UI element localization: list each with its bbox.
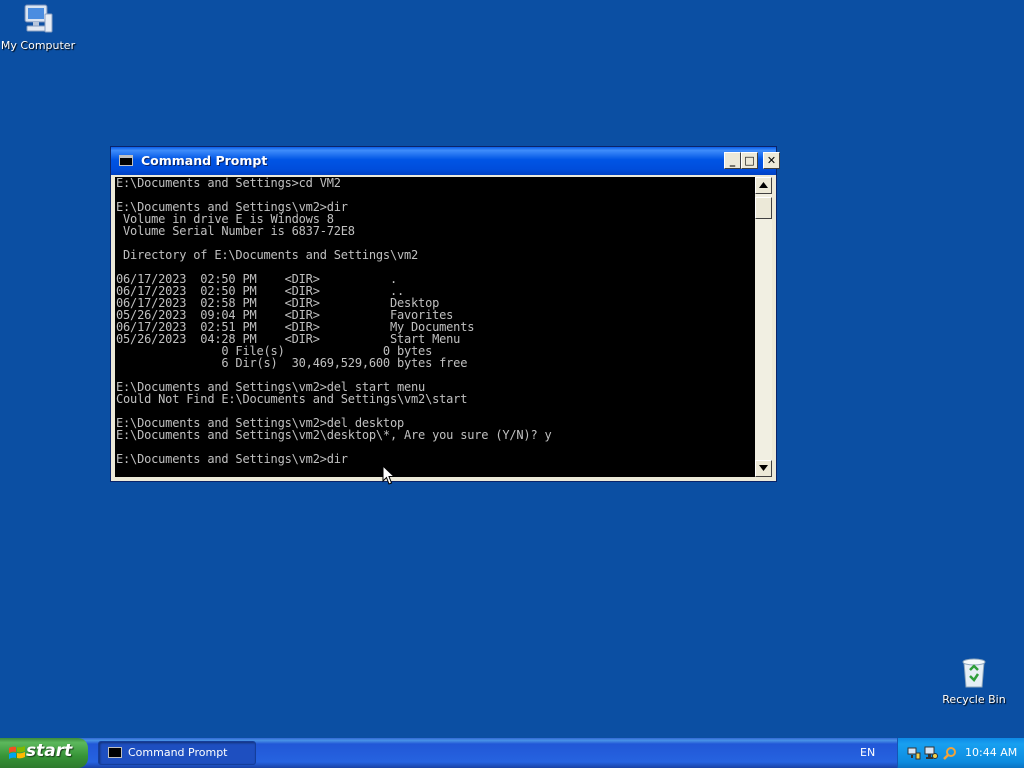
system-clock[interactable]: 10:44 AM bbox=[965, 746, 1017, 759]
taskbar: start Command Prompt EN 10:44 AM bbox=[0, 738, 1024, 768]
arrow-up-icon bbox=[759, 182, 768, 188]
taskbar-button-label: Command Prompt bbox=[128, 746, 228, 759]
network-connection-icon[interactable] bbox=[924, 746, 938, 760]
console-text: E:\Documents and Settings>cd VM2 E:\Docu… bbox=[115, 177, 755, 465]
taskbar-button-command-prompt[interactable]: Command Prompt bbox=[98, 741, 256, 765]
minimize-button[interactable]: _ bbox=[724, 152, 741, 169]
desktop-icon-my-computer[interactable]: My Computer bbox=[0, 2, 76, 52]
start-label: start bbox=[26, 741, 73, 761]
console-output[interactable]: E:\Documents and Settings>cd VM2 E:\Docu… bbox=[115, 177, 755, 477]
window-titlebar[interactable]: Command Prompt _ □ ✕ bbox=[111, 147, 780, 175]
command-prompt-icon bbox=[119, 155, 133, 166]
command-prompt-window[interactable]: Command Prompt _ □ ✕ E:\Documents and Se… bbox=[110, 146, 780, 482]
vertical-scrollbar[interactable] bbox=[755, 177, 772, 477]
network-icon[interactable] bbox=[907, 746, 921, 760]
console-line: E:\Documents and Settings>cd VM2 bbox=[116, 177, 341, 190]
close-button[interactable]: ✕ bbox=[763, 152, 780, 169]
windows-logo-icon bbox=[9, 746, 25, 759]
arrow-down-icon bbox=[759, 465, 768, 471]
mouse-cursor-icon bbox=[382, 465, 395, 485]
my-computer-icon bbox=[24, 4, 53, 33]
console-line: 6 Dir(s) 30,469,529,600 bytes free bbox=[116, 356, 468, 370]
system-tray: 10:44 AM bbox=[897, 738, 1024, 768]
recycle-bin-icon bbox=[962, 658, 986, 688]
language-indicator[interactable]: EN bbox=[860, 746, 875, 759]
scroll-up-button[interactable] bbox=[755, 177, 772, 194]
desktop-icon-label: My Computer bbox=[0, 39, 76, 52]
scroll-down-button[interactable] bbox=[755, 460, 772, 477]
console-line: Volume Serial Number is 6837-72E8 bbox=[116, 224, 355, 238]
maximize-button[interactable]: □ bbox=[741, 152, 758, 169]
command-prompt-icon bbox=[108, 747, 122, 758]
search-icon[interactable] bbox=[943, 746, 957, 760]
console-line: E:\Documents and Settings\vm2>dir bbox=[116, 452, 348, 466]
console-line: Could Not Find E:\Documents and Settings… bbox=[116, 392, 468, 406]
desktop-icon-recycle-bin[interactable]: Recycle Bin bbox=[936, 656, 1012, 706]
scroll-thumb[interactable] bbox=[755, 197, 772, 219]
desktop-icon-label: Recycle Bin bbox=[942, 693, 1006, 706]
start-button[interactable]: start bbox=[0, 738, 88, 768]
console-line: E:\Documents and Settings\vm2\desktop\*,… bbox=[116, 428, 552, 442]
window-title: Command Prompt bbox=[141, 153, 268, 168]
console-line: Directory of E:\Documents and Settings\v… bbox=[116, 248, 419, 262]
